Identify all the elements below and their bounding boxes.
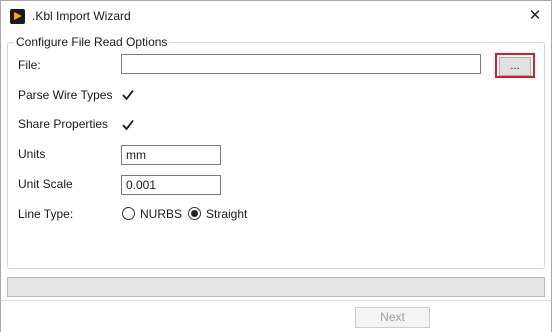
footer-divider [1, 300, 551, 301]
checkmark-icon [122, 119, 134, 131]
group-title: Configure File Read Options [14, 35, 170, 49]
file-label: File: [18, 58, 41, 72]
unit-scale-label: Unit Scale [18, 177, 73, 191]
straight-radio-label[interactable]: Straight [206, 207, 247, 221]
import-wizard-window: .Kbl Import Wizard ✕ Configure File Read… [0, 0, 552, 332]
file-path-input[interactable] [121, 54, 481, 74]
nurbs-radio-label[interactable]: NURBS [140, 207, 182, 221]
dialog-content: Configure File Read Options File: ... Pa… [1, 32, 551, 332]
next-button[interactable]: Next [355, 307, 430, 328]
window-title: .Kbl Import Wizard [32, 9, 131, 23]
units-input[interactable] [121, 145, 221, 165]
share-properties-checkbox[interactable] [121, 118, 135, 132]
parse-wire-types-label: Parse Wire Types [18, 88, 113, 102]
parse-wire-types-checkbox[interactable] [121, 88, 135, 102]
nurbs-radio[interactable] [122, 207, 135, 220]
title-bar: .Kbl Import Wizard ✕ [1, 1, 551, 32]
import-progress-bar [7, 277, 545, 297]
units-label: Units [18, 147, 46, 161]
close-button[interactable]: ✕ [523, 5, 547, 27]
unit-scale-input[interactable] [121, 175, 221, 195]
share-properties-label: Share Properties [18, 117, 109, 131]
file-read-options-group: Configure File Read Options File: ... Pa… [7, 35, 545, 269]
checkmark-icon [122, 89, 134, 101]
line-type-label: Line Type: [18, 207, 74, 221]
straight-radio[interactable] [188, 207, 201, 220]
browse-button[interactable]: ... [499, 57, 531, 76]
play-logo-icon [10, 9, 25, 24]
